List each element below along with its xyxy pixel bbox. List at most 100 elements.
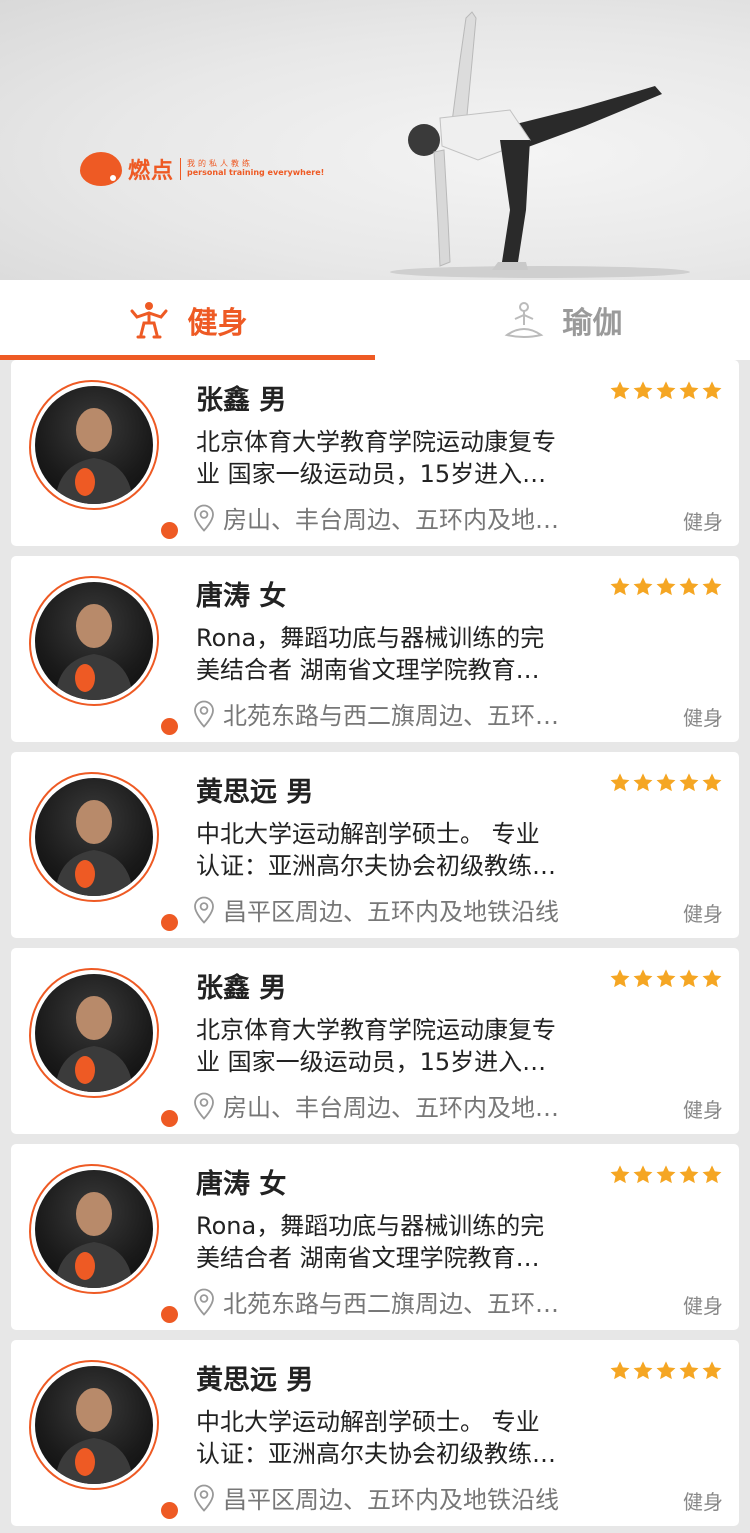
description-line: 业 国家一级运动员，15岁进入… <box>196 1048 547 1076</box>
star-icon <box>656 381 676 400</box>
online-status-dot <box>161 522 178 539</box>
category-tag: 健身 <box>683 902 723 926</box>
description-line: 业 国家一级运动员，15岁进入… <box>196 460 547 488</box>
category-tag: 健身 <box>683 510 723 534</box>
trainer-card[interactable]: 张鑫 男北京体育大学教育学院运动康复专业 国家一级运动员，15岁进入… 房山、丰台… <box>11 360 739 546</box>
trainer-avatar <box>29 1164 178 1323</box>
star-icon <box>610 969 630 988</box>
star-icon <box>610 1361 630 1380</box>
trainer-description: Rona，舞蹈功底与器械训练的完 美结合者 湖南省文理学院教育… <box>196 622 616 686</box>
location-pin-icon <box>194 896 214 924</box>
category-tag: 健身 <box>683 1490 723 1514</box>
star-icon <box>679 1361 699 1380</box>
trainer-card[interactable]: 张鑫 男北京体育大学教育学院运动康复专业 国家一级运动员，15岁进入… 房山、丰台… <box>11 948 739 1134</box>
tab-fitness-label: 健身 <box>187 306 248 341</box>
rating-stars <box>608 772 723 794</box>
description-line: 认证：亚洲高尔夫协会初级教练… <box>196 852 556 880</box>
star-icon <box>679 381 699 400</box>
hero-banner: 燃点 我的私人教练 personal training everywhere! <box>0 0 750 280</box>
logo-divider <box>180 158 182 180</box>
trainer-card[interactable]: 黄思远 男中北大学运动解剖学硕士。 专业 认证：亚洲高尔夫协会初级教练… 昌平区周边… <box>11 752 739 938</box>
star-icon <box>633 381 653 400</box>
location-text: 昌平区周边、五环内及地铁沿线 <box>223 1486 559 1514</box>
online-status-dot <box>161 718 178 735</box>
trainer-avatar <box>29 380 178 539</box>
star-icon <box>702 381 722 400</box>
star-icon <box>702 1361 722 1380</box>
online-status-dot <box>161 1502 178 1519</box>
brand-slogan-en: personal training everywhere! <box>187 168 325 177</box>
online-status-dot <box>161 1306 178 1323</box>
star-icon <box>702 1165 722 1184</box>
tab-yoga[interactable]: 瑜伽 <box>375 280 750 360</box>
location-pin-icon <box>194 504 214 532</box>
star-icon <box>633 577 653 596</box>
category-tag: 健身 <box>683 1098 723 1122</box>
location-text: 北苑东路与西二旗周边、五环… <box>223 1290 559 1318</box>
star-icon <box>679 969 699 988</box>
trainer-avatar <box>29 772 178 931</box>
trainer-name: 唐涛 女 <box>196 1169 287 1200</box>
trainer-location: 北苑东路与西二旗周边、五环… <box>193 696 613 731</box>
trainer-description: 中北大学运动解剖学硕士。 专业 认证：亚洲高尔夫协会初级教练… <box>196 1406 616 1470</box>
star-icon <box>656 1165 676 1184</box>
description-line: Rona，舞蹈功底与器械训练的完 <box>196 1212 545 1240</box>
online-status-dot <box>161 914 178 931</box>
rating-stars <box>608 380 723 402</box>
trainer-description: 中北大学运动解剖学硕士。 专业 认证：亚洲高尔夫协会初级教练… <box>196 818 616 882</box>
trainer-card[interactable]: 黄思远 男中北大学运动解剖学硕士。 专业 认证：亚洲高尔夫协会初级教练… 昌平区周边… <box>11 1340 739 1526</box>
tab-fitness[interactable]: 健身 <box>0 280 375 360</box>
yoga-pose-image <box>390 11 690 278</box>
avatar-photo <box>35 1366 153 1484</box>
avatar-photo <box>35 582 153 700</box>
star-icon <box>656 969 676 988</box>
star-icon <box>656 577 676 596</box>
logo-mark-icon <box>80 152 122 186</box>
description-line: 美结合者 湖南省文理学院教育… <box>196 1244 540 1272</box>
location-text: 房山、丰台周边、五环内及地… <box>223 506 559 534</box>
star-icon <box>679 1165 699 1184</box>
location-pin-icon <box>194 1092 214 1120</box>
trainer-name: 张鑫 男 <box>196 973 287 1004</box>
trainer-name: 黄思远 男 <box>196 1365 314 1396</box>
trainer-location: 房山、丰台周边、五环内及地… <box>193 1088 613 1123</box>
description-line: Rona，舞蹈功底与器械训练的完 <box>196 624 545 652</box>
category-tag: 健身 <box>683 706 723 730</box>
star-icon <box>610 381 630 400</box>
star-icon <box>702 773 722 792</box>
star-icon <box>610 1165 630 1184</box>
location-text: 昌平区周边、五环内及地铁沿线 <box>223 898 559 926</box>
avatar-photo <box>35 1170 153 1288</box>
trainer-description: Rona，舞蹈功底与器械训练的完 美结合者 湖南省文理学院教育… <box>196 1210 616 1274</box>
yoga-icon <box>504 302 543 338</box>
star-icon <box>679 773 699 792</box>
trainer-name: 唐涛 女 <box>196 581 287 612</box>
trainer-description: 北京体育大学教育学院运动康复专业 国家一级运动员，15岁进入… <box>196 1014 616 1078</box>
rating-stars <box>608 576 723 598</box>
trainer-avatar <box>29 968 178 1127</box>
description-line: 北京体育大学教育学院运动康复专 <box>196 1016 556 1044</box>
star-icon <box>702 969 722 988</box>
location-text: 北苑东路与西二旗周边、五环… <box>223 702 559 730</box>
star-icon <box>702 577 722 596</box>
trainer-avatar <box>29 576 178 735</box>
location-pin-icon <box>194 1484 214 1512</box>
trainer-card[interactable]: 唐涛 女 Rona，舞蹈功底与器械训练的完 美结合者 湖南省文理学院教育… 北苑东路与… <box>11 556 739 742</box>
star-icon <box>633 969 653 988</box>
trainer-location: 北苑东路与西二旗周边、五环… <box>193 1284 613 1319</box>
trainer-location: 昌平区周边、五环内及地铁沿线 <box>193 892 613 927</box>
star-icon <box>679 577 699 596</box>
rating-stars <box>608 968 723 990</box>
trainer-location: 昌平区周边、五环内及地铁沿线 <box>193 1480 613 1515</box>
star-icon <box>656 1361 676 1380</box>
avatar-photo <box>35 974 153 1092</box>
brand-logo: 燃点 我的私人教练 personal training everywhere! <box>80 152 324 186</box>
star-icon <box>656 773 676 792</box>
trainer-card[interactable]: 唐涛 女 Rona，舞蹈功底与器械训练的完 美结合者 湖南省文理学院教育… 北苑东路与… <box>11 1144 739 1330</box>
star-icon <box>633 773 653 792</box>
trainer-name: 黄思远 男 <box>196 777 314 808</box>
location-pin-icon <box>194 700 214 728</box>
trainer-name: 张鑫 男 <box>196 385 287 416</box>
rating-stars <box>608 1360 723 1382</box>
description-line: 中北大学运动解剖学硕士。 专业 <box>196 1408 540 1436</box>
